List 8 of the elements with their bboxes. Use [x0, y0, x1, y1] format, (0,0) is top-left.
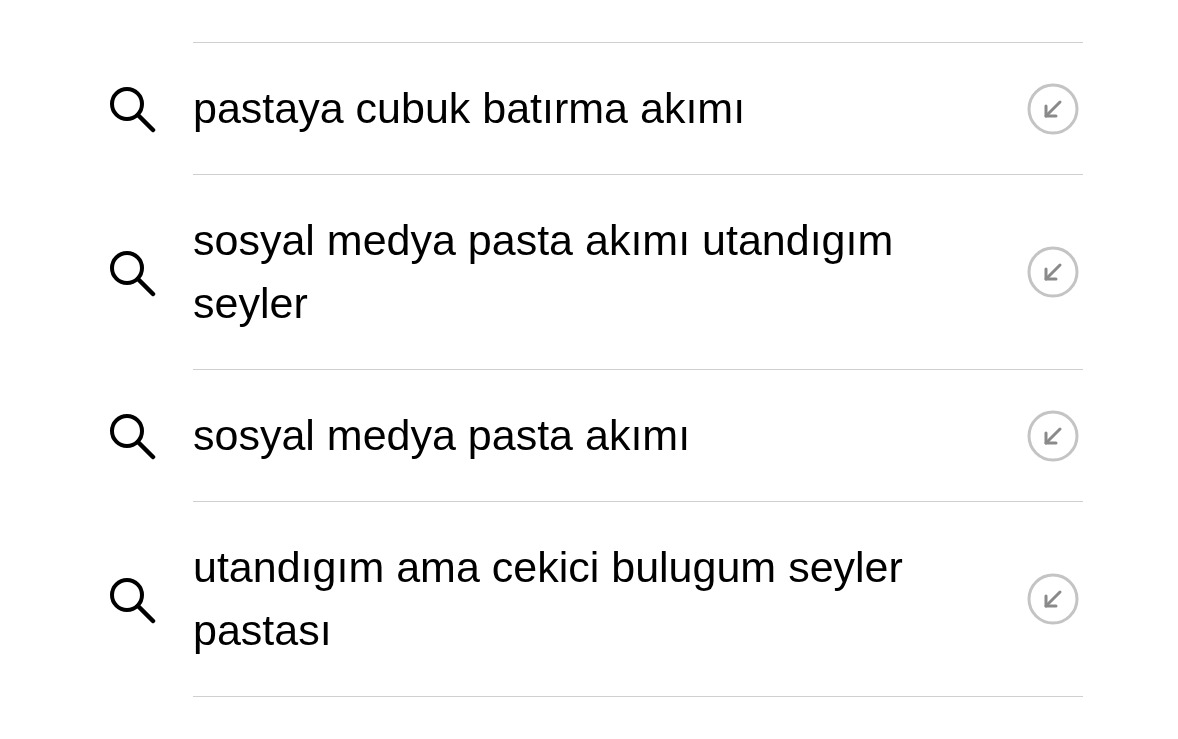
suggestion-text[interactable]: pastaya cubuk batırma akımı	[193, 77, 746, 140]
search-icon	[108, 85, 156, 133]
search-icon	[108, 248, 156, 297]
search-icon	[108, 575, 156, 624]
search-icon	[108, 412, 156, 460]
suggestion-text[interactable]: sosyal medya pasta akımı	[193, 404, 691, 467]
suggestion-text[interactable]: sosyal medya pasta akımı utandıgım seyler	[193, 209, 913, 335]
suggestion-text[interactable]: utandıgım ama cekici bulugum seyler pastası	[193, 536, 913, 662]
